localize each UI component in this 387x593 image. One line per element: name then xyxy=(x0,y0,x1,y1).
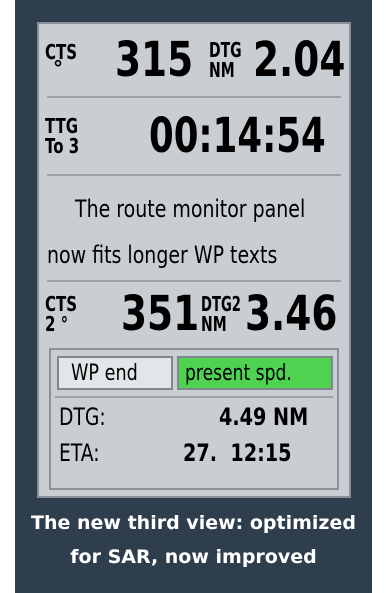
present-speed-button[interactable]: present spd. xyxy=(177,356,333,390)
separator xyxy=(55,396,333,398)
dtg2-unit-label: DTG2 xyxy=(201,292,241,316)
message-line-2: now fits longer WP texts xyxy=(47,241,278,269)
route-monitor-panel: CTS ° 315 DTG NM 2.04 TTG To 3 00:14:54 … xyxy=(37,22,351,498)
message-line-1: The route monitor panel xyxy=(75,195,306,223)
present-speed-button-label: present spd. xyxy=(185,361,292,386)
dtg-value: 2.04 xyxy=(253,32,346,88)
cts-degree-label: ° xyxy=(53,56,63,80)
nm2-unit-label: NM xyxy=(201,312,227,336)
eta-info-label: ETA: xyxy=(59,439,100,467)
cts2-value: 351 xyxy=(121,286,200,342)
dtg-info-label: DTG: xyxy=(59,403,106,431)
eta-info-value: 27. 12:15 xyxy=(183,439,292,467)
dtg2-value: 3.46 xyxy=(245,286,338,342)
ttg-to-label: To 3 xyxy=(45,134,80,158)
cts-value: 315 xyxy=(115,32,194,88)
dtg-info-value: 4.49 NM xyxy=(219,403,309,431)
cts2-label: CTS xyxy=(45,292,78,316)
separator xyxy=(47,174,341,176)
ttg-label: TTG xyxy=(45,114,79,138)
wp-end-button-label: WP end xyxy=(71,361,138,386)
caption-line-2: for SAR, now improved xyxy=(70,546,317,568)
caption-line-1: The new third view: optimized xyxy=(31,512,356,534)
ttg-value: 00:14:54 xyxy=(149,108,326,164)
separator xyxy=(47,280,341,282)
separator xyxy=(47,96,341,98)
screenshot-frame: CTS ° 315 DTG NM 2.04 TTG To 3 00:14:54 … xyxy=(15,0,372,593)
cts2-degree-label: 2 ° xyxy=(45,312,69,336)
dtg-unit-label: DTG xyxy=(209,38,242,62)
nm-unit-label: NM xyxy=(209,58,235,82)
wp-end-button[interactable]: WP end xyxy=(57,356,173,390)
waypoint-subpanel: WP end present spd. DTG: 4.49 NM ETA: 27… xyxy=(49,348,339,490)
